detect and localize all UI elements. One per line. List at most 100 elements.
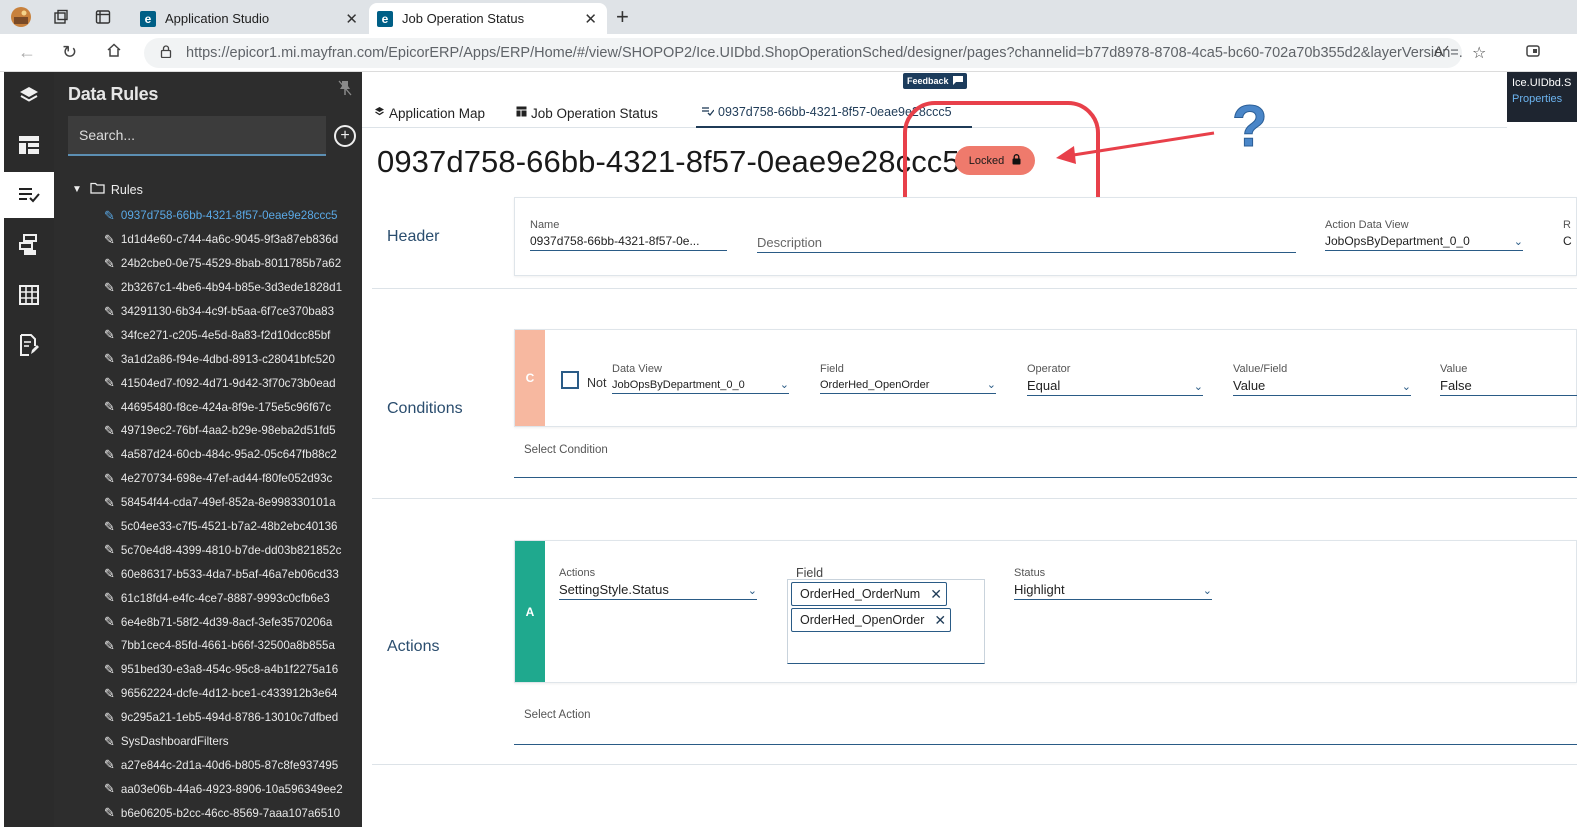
panel-title: Data Rules (68, 84, 159, 104)
rules-tree-root[interactable]: ▼ Rules (72, 182, 143, 197)
data-views-icon[interactable] (4, 222, 54, 268)
rule-list-item[interactable]: ✎ 60e86317-b533-4da7-b5af-46a7eb06cd33 (104, 562, 359, 586)
remove-chip-icon[interactable]: ✕ (930, 586, 942, 603)
rule-list-item[interactable]: ✎ 34fce271-c205-4e5d-8a83-f2d10dcc85bf (104, 323, 359, 347)
rule-list-item[interactable]: ✎ 58454f44-cda7-49ef-852a-8e998330101a (104, 491, 359, 515)
rule-label: SysDashboardFilters (120, 735, 229, 749)
rules-search-input[interactable]: Search... (68, 116, 326, 156)
rule-list-item[interactable]: ✎ 4e270734-698e-47ef-ad44-f80fe052d93c (104, 467, 359, 491)
browser-tab-application-studio[interactable]: e Application Studio ✕ (132, 3, 368, 34)
extension-icon[interactable] (1525, 43, 1541, 64)
rule-list-item[interactable]: ✎ 9c295a21-1eb5-494d-8786-13010c7dfbed (104, 706, 359, 730)
pencil-icon: ✎ (104, 637, 115, 653)
reload-icon[interactable]: ↻ (62, 42, 77, 63)
url-field[interactable]: https://epicor1.mi.mayfran.com/EpicorERP… (144, 38, 1462, 68)
status-select[interactable]: Status Highlight ⌄ (1014, 567, 1212, 600)
read-aloud-icon[interactable]: Aᐟ (1434, 43, 1449, 60)
cut-off-field[interactable]: R C (1563, 219, 1577, 250)
rule-list-item[interactable]: ✎ 34291130-6b34-4c9f-b5aa-6f7ce370ba83 (104, 300, 359, 324)
rule-list-item[interactable]: ✎ b6e06205-b2cc-46cc-8569-7aaa107a6510 (104, 801, 359, 825)
folder-icon (90, 182, 105, 197)
workspaces-icon[interactable] (50, 6, 72, 28)
action-data-view-select[interactable]: Action Data View JobOpsByDepartment_0_0 ⌄ (1325, 219, 1523, 251)
field-value: C (1563, 234, 1572, 248)
field-value: OrderHed_OpenOrder ⌄ (820, 378, 996, 394)
profile-avatar-icon[interactable] (10, 6, 32, 28)
rule-list-item[interactable]: ✎ 2b3267c1-4be6-4b94-b85e-3d3ede1828d1 (104, 276, 359, 300)
data-rules-icon[interactable] (4, 172, 54, 218)
condition-field-select[interactable]: Field OrderHed_OpenOrder ⌄ (820, 363, 996, 394)
rule-list-item[interactable]: ✎ 951bed30-e3a8-454c-95c8-a4b1f2275a16 (104, 658, 359, 682)
field-label: R (1563, 219, 1571, 231)
remove-chip-icon[interactable]: ✕ (934, 612, 946, 629)
rule-list-item[interactable]: ✎ 6e4e8b71-58f2-4d39-8acf-3efe3570206a (104, 610, 359, 634)
pencil-icon: ✎ (104, 709, 115, 725)
properties-link[interactable]: Properties (1512, 93, 1572, 105)
unpin-icon[interactable] (338, 80, 352, 99)
browser-tab-job-operation-status[interactable]: e Job Operation Status ✕ (369, 3, 607, 34)
rule-list-item[interactable]: ✎ 5c70e4d8-4399-4810-b7de-dd03b821852c (104, 538, 359, 562)
rule-label: 61c18fd4-e4fc-4ce7-8887-9993c0cfb6e3 (120, 591, 330, 605)
tab-current-rule[interactable]: 0937d758-66bb-4321-8f57-0eae9e28ccc5 (696, 98, 972, 128)
select-action-input[interactable]: Select Action (514, 709, 1577, 745)
tab-application-map[interactable]: Application Map (374, 98, 485, 128)
rule-list-item[interactable]: ✎ aa03e06b-44a6-4923-8906-10a596349ee2 (104, 777, 359, 801)
properties-panel-tab[interactable]: Ice.UIDbd.S Properties (1507, 72, 1577, 122)
locked-status-badge[interactable]: Locked (955, 146, 1035, 175)
tab-label: 0937d758-66bb-4321-8f57-0eae9e28ccc5 (718, 105, 952, 119)
field-chip[interactable]: OrderHed_OpenOrder ✕ (791, 608, 952, 632)
rule-list-item[interactable]: ✎ 49719ec2-76bf-4aa2-b29e-98eba2d51fd5 (104, 419, 359, 443)
rule-list-item[interactable]: ✎ 4a587d24-60cb-484c-95a2-05c647fb88c2 (104, 443, 359, 467)
rule-list-item[interactable]: ✎ 44695480-f8ce-424a-8f9e-175e5c96f67c (104, 395, 359, 419)
pencil-icon: ✎ (104, 255, 115, 271)
layers-icon[interactable] (4, 72, 54, 118)
layout-grid-icon[interactable] (4, 122, 54, 168)
chevron-down-icon[interactable]: ⌄ (1203, 584, 1212, 597)
select-condition-input[interactable]: Select Condition (514, 444, 1577, 478)
chevron-down-icon[interactable]: ⌄ (1194, 380, 1203, 393)
tab-actions-icon[interactable] (92, 6, 114, 28)
rule-list-item[interactable]: ✎ 96562224-dcfe-4d12-bce1-c433912b3e64 (104, 682, 359, 706)
chevron-down-icon[interactable]: ⌄ (780, 378, 789, 391)
actions-select[interactable]: Actions SettingStyle.Status ⌄ (559, 567, 757, 600)
feedback-button[interactable]: Feedback (903, 73, 967, 89)
back-arrow-icon[interactable]: ← (18, 42, 36, 63)
home-icon[interactable] (106, 42, 122, 63)
chevron-down-icon[interactable]: ⌄ (1514, 235, 1523, 248)
edit-document-icon[interactable] (4, 322, 54, 368)
tab-job-operation-status[interactable]: Job Operation Status (516, 98, 658, 128)
favorite-star-icon[interactable]: ☆ (1472, 43, 1486, 63)
not-checkbox[interactable] (561, 371, 579, 389)
condition-valuefield-select[interactable]: Value/Field Value ⌄ (1233, 363, 1411, 396)
rule-label: 44695480-f8ce-424a-8f9e-175e5c96f67c (120, 400, 332, 414)
name-field[interactable]: Name 0937d758-66bb-4321-8f57-0e... (530, 219, 727, 251)
rule-list-item[interactable]: ✎ 7bb1cec4-85fd-4661-b66f-32500a8b855a (104, 634, 359, 658)
chevron-down-icon[interactable]: ⌄ (1402, 380, 1411, 393)
rule-list-item[interactable]: ✎ 3a1d2a86-f94e-4dbd-8913-c28041bfc520 (104, 347, 359, 371)
field-label: Value (1440, 363, 1468, 375)
rule-list-item[interactable]: ✎ 41504ed7-f092-4d71-9d42-3f70c73b0ead (104, 371, 359, 395)
rule-list-item[interactable]: ✎ 24b2cbe0-0e75-4529-8bab-8011785b7a62 (104, 252, 359, 276)
chevron-down-icon[interactable]: ⌄ (987, 378, 996, 391)
layout-grid-icon (516, 106, 527, 120)
rule-list-item[interactable]: ✎ 1d1d4e60-c744-4a6c-9045-9f3a87eb836d (104, 228, 359, 252)
rule-list-item[interactable]: ✎ SysDashboardFilters (104, 730, 359, 754)
rule-list-item[interactable]: ✎ a27e844c-2d1a-40d6-b805-87c8fe937495 (104, 753, 359, 777)
condition-dataview-select[interactable]: Data View JobOpsByDepartment_0_0 ⌄ (612, 363, 789, 394)
condition-value-input[interactable]: Value False (1440, 363, 1577, 396)
chevron-down-icon[interactable]: ⌄ (748, 584, 757, 597)
new-tab-icon[interactable]: + (616, 4, 629, 30)
rule-list-item[interactable]: ✎ 0937d758-66bb-4321-8f57-0eae9e28ccc5 (104, 204, 359, 228)
close-icon[interactable]: ✕ (345, 10, 358, 28)
chip-label: OrderHed_OrderNum (800, 587, 921, 601)
add-rule-button[interactable]: + (334, 125, 356, 147)
close-icon[interactable]: ✕ (584, 10, 597, 28)
field-label: Actions (559, 567, 596, 579)
field-chip[interactable]: OrderHed_OrderNum ✕ (791, 582, 947, 606)
rule-list-item[interactable]: ✎ 5c04ee33-c7f5-4521-b7a2-48b2ebc40136 (104, 515, 359, 539)
table-icon[interactable] (4, 272, 54, 318)
caret-down-icon[interactable]: ▼ (72, 184, 82, 195)
condition-operator-select[interactable]: Operator Equal ⌄ (1027, 363, 1203, 396)
rule-list-item[interactable]: ✎ 61c18fd4-e4fc-4ce7-8887-9993c0cfb6e3 (104, 586, 359, 610)
description-field[interactable]: Description (757, 219, 1296, 253)
